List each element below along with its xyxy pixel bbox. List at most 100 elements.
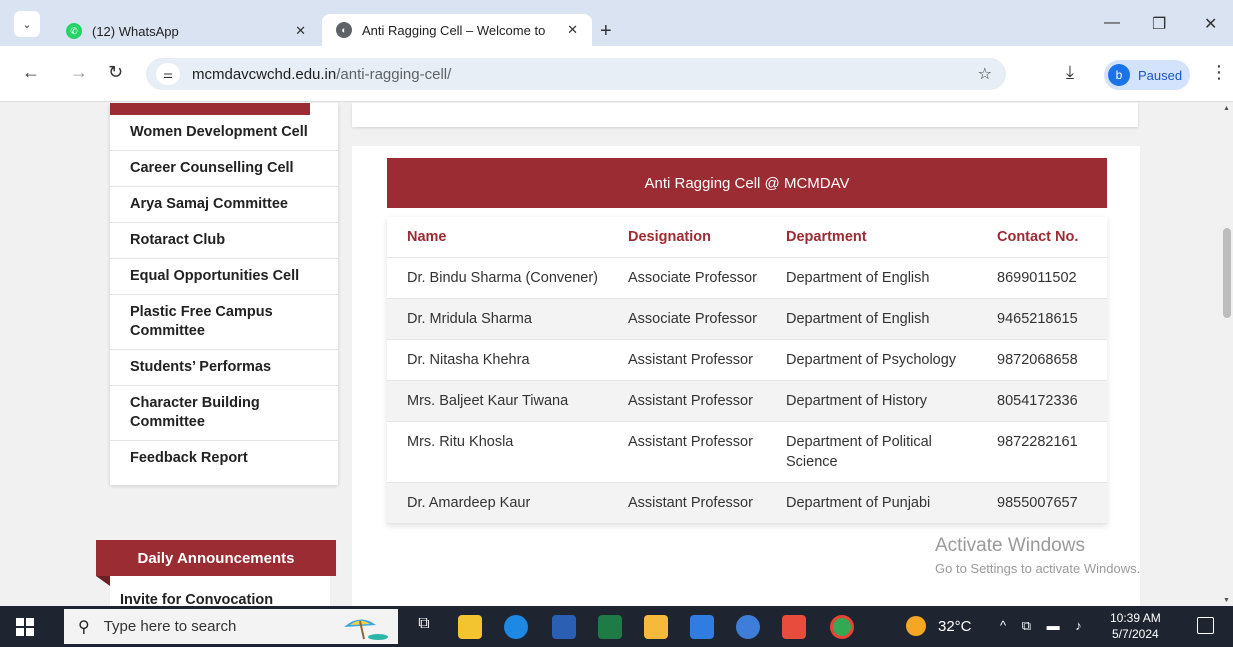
name-cell: Dr. Mridula Sharma (407, 311, 532, 327)
name-cell: Dr. Nitasha Khehra (407, 352, 530, 368)
notification-icon[interactable] (1197, 617, 1214, 634)
designation-cell: Assistant Professor (628, 495, 753, 511)
sidebar-item-career-counselling[interactable]: Career Counselling Cell (110, 151, 338, 187)
table-header-row: Name Designation Department Contact No. (387, 217, 1107, 258)
sidebar-item-arya-samaj[interactable]: Arya Samaj Committee (110, 187, 338, 223)
file-explorer-icon[interactable] (458, 615, 482, 639)
menu-dots-icon[interactable]: ⋮ (1210, 62, 1228, 83)
department-cell: Department of Punjabi (786, 495, 931, 511)
beach-umbrella-icon (344, 619, 388, 640)
contact-cell: 9465218615 (997, 311, 1078, 327)
task-view-icon[interactable]: ⧉ (412, 615, 436, 639)
table-row: Dr. Bindu Sharma (Convener) Associate Pr… (387, 258, 1107, 299)
download-icon[interactable]: ⤓ (1066, 62, 1074, 83)
new-tab-plus-icon[interactable]: + (600, 20, 612, 43)
chrome-icon[interactable] (830, 615, 854, 639)
department-cell: Department of Political Science (786, 434, 932, 470)
sidebar-item-character-building[interactable]: Character Building Committee (110, 386, 300, 440)
profile-button[interactable]: b Paused (1104, 60, 1190, 90)
url-text: mcmdavcwchd.edu.in/anti-ragging-cell/ (192, 65, 452, 83)
globe-icon: ◐ (336, 22, 352, 38)
department-cell: Department of History (786, 393, 928, 409)
designation-cell: Assistant Professor (628, 434, 753, 450)
excel-icon[interactable] (598, 615, 622, 639)
profile-status: Paused (1138, 67, 1183, 83)
search-icon: ⚲ (78, 618, 90, 636)
browser-toolbar: ← → ↻ ⚌ mcmdavcwchd.edu.in/anti-ragging-… (0, 46, 1233, 102)
close-tab-icon[interactable]: ✕ (295, 23, 306, 39)
table-title: Anti Ragging Cell @ MCMDAV (387, 158, 1107, 208)
windows-start-icon[interactable] (16, 618, 34, 636)
sidebar-heading-bar (110, 103, 310, 115)
tab-anti-ragging[interactable]: ◐ Anti Ragging Cell – Welcome to ✕ (322, 14, 592, 46)
table-row: Mrs. Baljeet Kaur Tiwana Assistant Profe… (387, 381, 1107, 422)
scroll-down-arrow-icon[interactable]: ▼ (1223, 597, 1230, 604)
contact-cell: 9855007657 (997, 495, 1078, 511)
column-header: Name (407, 229, 447, 245)
table-row: Dr. Amardeep Kaur Assistant Professor De… (387, 483, 1107, 524)
reload-icon[interactable]: ↻ (108, 62, 123, 83)
announcement-link[interactable]: Invite for Convocation (120, 592, 273, 606)
contact-cell: 9872282161 (997, 434, 1078, 450)
department-cell: Department of English (786, 270, 930, 286)
weather-widget[interactable]: 32°C (906, 616, 972, 636)
contact-cell: 8054172336 (997, 393, 1078, 409)
column-header: Department (786, 229, 867, 245)
sun-icon (906, 616, 926, 636)
tab-whatsapp[interactable]: ✆ (12) WhatsApp ✕ (52, 16, 320, 46)
close-tab-icon[interactable]: ✕ (567, 22, 578, 38)
site-info-icon[interactable]: ⚌ (156, 63, 180, 85)
word-icon[interactable] (552, 615, 576, 639)
announcements-heading: Daily Announcements (96, 540, 336, 576)
column-header: Designation (628, 229, 711, 245)
back-arrow-icon[interactable]: ← (22, 62, 40, 83)
minimize-icon[interactable]: — (1104, 14, 1120, 32)
sidebar-item-feedback-report[interactable]: Feedback Report (110, 441, 338, 476)
system-tray-icons[interactable]: ^ ⧉ ▬ ♪ (1000, 618, 1088, 634)
restore-icon[interactable]: ❐ (1152, 14, 1166, 34)
adobe-icon[interactable] (782, 615, 806, 639)
page-scrollbar[interactable]: ▲ ▼ (1220, 103, 1233, 606)
department-cell: Department of Psychology (786, 352, 957, 368)
browser-tab-bar: ⌄ ✆ (12) WhatsApp ✕ ◐ Anti Ragging Cell … (0, 0, 1233, 46)
contact-cell: 9872068658 (997, 352, 1078, 368)
tab-title: Anti Ragging Cell – Welcome to (362, 22, 546, 38)
name-cell: Mrs. Ritu Khosla (407, 434, 514, 450)
address-bar[interactable]: ⚌ mcmdavcwchd.edu.in/anti-ragging-cell/ … (146, 58, 1006, 90)
copilot-icon[interactable] (736, 615, 760, 639)
forward-arrow-icon[interactable]: → (70, 62, 88, 83)
sidebar-item-students-performas[interactable]: Students’ Performas (110, 350, 338, 386)
window-close-icon[interactable]: ✕ (1204, 14, 1217, 34)
sidebar-item-rotaract[interactable]: Rotaract Club (110, 223, 338, 259)
clock[interactable]: 10:39 AM 5/7/2024 (1110, 610, 1161, 642)
sidebar-item-plastic-free[interactable]: Plastic Free Campus Committee (110, 295, 300, 349)
designation-cell: Associate Professor (628, 311, 757, 327)
sidebar-item-equal-opportunities[interactable]: Equal Opportunities Cell (110, 259, 338, 295)
sticky-app-icon[interactable] (644, 615, 668, 639)
tab-search-chevron-icon[interactable]: ⌄ (14, 11, 40, 37)
store-icon[interactable] (690, 615, 714, 639)
sidebar: Women Development Cell Career Counsellin… (110, 103, 338, 485)
department-cell: Department of English (786, 311, 930, 327)
table-row: Dr. Mridula Sharma Associate Professor D… (387, 299, 1107, 340)
designation-cell: Assistant Professor (628, 393, 753, 409)
table-row: Dr. Nitasha Khehra Assistant Professor D… (387, 340, 1107, 381)
windows-taskbar: ⚲ Type here to search ⧉ 32°C ^ ⧉ ▬ ♪ 10:… (0, 606, 1233, 647)
page-content: Women Development Cell Career Counsellin… (0, 103, 1220, 606)
sidebar-item-women-development[interactable]: Women Development Cell (110, 115, 338, 151)
search-placeholder: Type here to search (103, 618, 237, 635)
column-header: Contact No. (997, 229, 1079, 245)
contact-cell: 8699011502 (997, 270, 1077, 286)
avatar: b (1108, 64, 1130, 86)
name-cell: Mrs. Baljeet Kaur Tiwana (407, 393, 569, 409)
activate-windows-watermark: Activate Windows Go to Settings to activ… (935, 535, 1141, 576)
edge-icon[interactable] (504, 615, 528, 639)
scroll-up-arrow-icon[interactable]: ▲ (1223, 105, 1230, 112)
content-card-top (352, 103, 1138, 127)
scroll-thumb[interactable] (1223, 228, 1231, 318)
name-cell: Dr. Bindu Sharma (Convener) (407, 270, 598, 286)
designation-cell: Associate Professor (628, 270, 757, 286)
taskbar-search-box[interactable]: ⚲ Type here to search (64, 609, 398, 644)
bookmark-star-icon[interactable]: ☆ (978, 64, 992, 84)
designation-cell: Assistant Professor (628, 352, 753, 368)
